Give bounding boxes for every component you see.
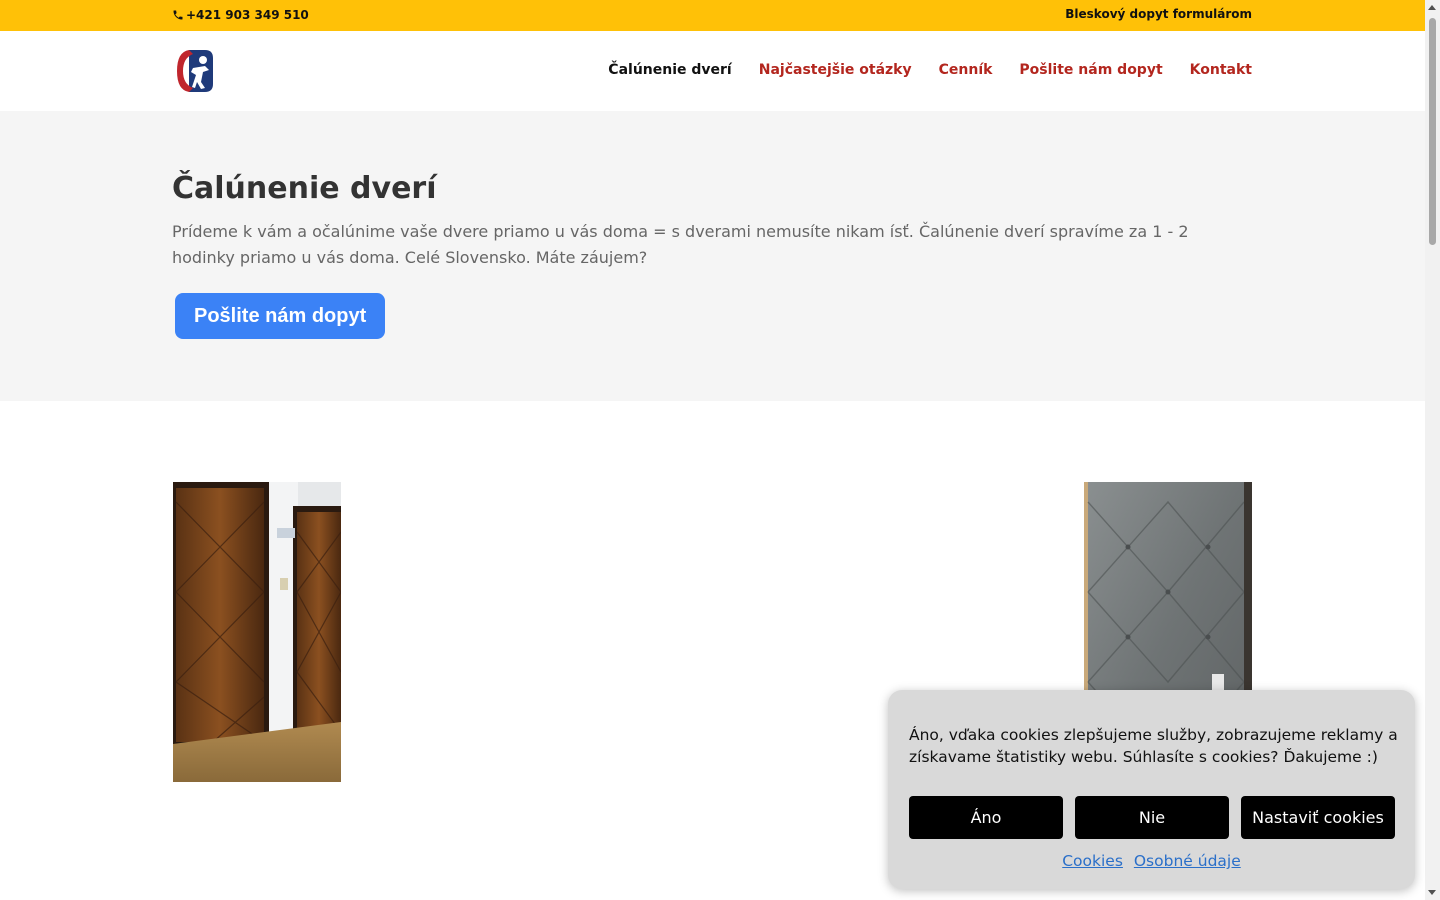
phone-link[interactable]: +421 903 349 510 xyxy=(172,8,309,22)
main-nav: Čalúnenie dverí Najčastejšie otázky Cenn… xyxy=(608,62,1252,78)
photo-brown-doors xyxy=(173,482,341,782)
cookie-message: Áno, vďaka cookies zlepšujeme služby, zo… xyxy=(909,726,1398,766)
scroll-down-arrow-icon[interactable] xyxy=(1428,890,1436,895)
send-inquiry-button[interactable]: Pošlite nám dopyt xyxy=(175,293,386,339)
hero-section: Čalúnenie dverí Prídeme k vám a očalúnim… xyxy=(0,111,1425,401)
nav-item-send-inquiry[interactable]: Pošlite nám dopyt xyxy=(1019,62,1162,78)
cookie-accept-button[interactable]: Áno xyxy=(909,796,1063,839)
nav-item-pricing[interactable]: Cenník xyxy=(939,62,993,78)
cookie-settings-button[interactable]: Nastaviť cookies xyxy=(1241,796,1395,839)
brand-logo-icon[interactable] xyxy=(175,48,215,94)
nav-item-faq[interactable]: Najčastejšie otázky xyxy=(759,62,912,78)
scrollbar-thumb[interactable] xyxy=(1429,18,1436,245)
cookie-reject-button[interactable]: Nie xyxy=(1075,796,1229,839)
cookies-policy-link[interactable]: Cookies xyxy=(1062,852,1123,870)
site-header: Čalúnenie dverí Najčastejšie otázky Cenn… xyxy=(0,31,1425,111)
cookie-links: Cookies Osobné údaje xyxy=(888,852,1415,870)
phone-number: +421 903 349 510 xyxy=(186,8,309,22)
cookie-consent-dialog: Áno, vďaka cookies zlepšujeme služby, zo… xyxy=(888,690,1415,889)
page-title: Čalúnenie dverí xyxy=(172,171,437,206)
personal-data-link[interactable]: Osobné údaje xyxy=(1134,852,1241,870)
hero-description: Prídeme k vám a očalúnime vaše dvere pri… xyxy=(172,222,1189,267)
nav-item-contact[interactable]: Kontakt xyxy=(1190,62,1252,78)
brown-doors-image xyxy=(173,482,341,782)
page-scrollbar[interactable] xyxy=(1425,0,1440,900)
nav-item-door-upholstery[interactable]: Čalúnenie dverí xyxy=(608,62,731,78)
quick-inquiry-link[interactable]: Bleskový dopyt formulárom xyxy=(1065,7,1252,21)
top-bar: +421 903 349 510 Bleskový dopyt formulár… xyxy=(0,0,1425,31)
phone-icon xyxy=(173,10,183,20)
cookie-buttons: Áno Nie Nastaviť cookies xyxy=(909,796,1395,839)
scroll-up-arrow-icon[interactable] xyxy=(1428,5,1436,10)
